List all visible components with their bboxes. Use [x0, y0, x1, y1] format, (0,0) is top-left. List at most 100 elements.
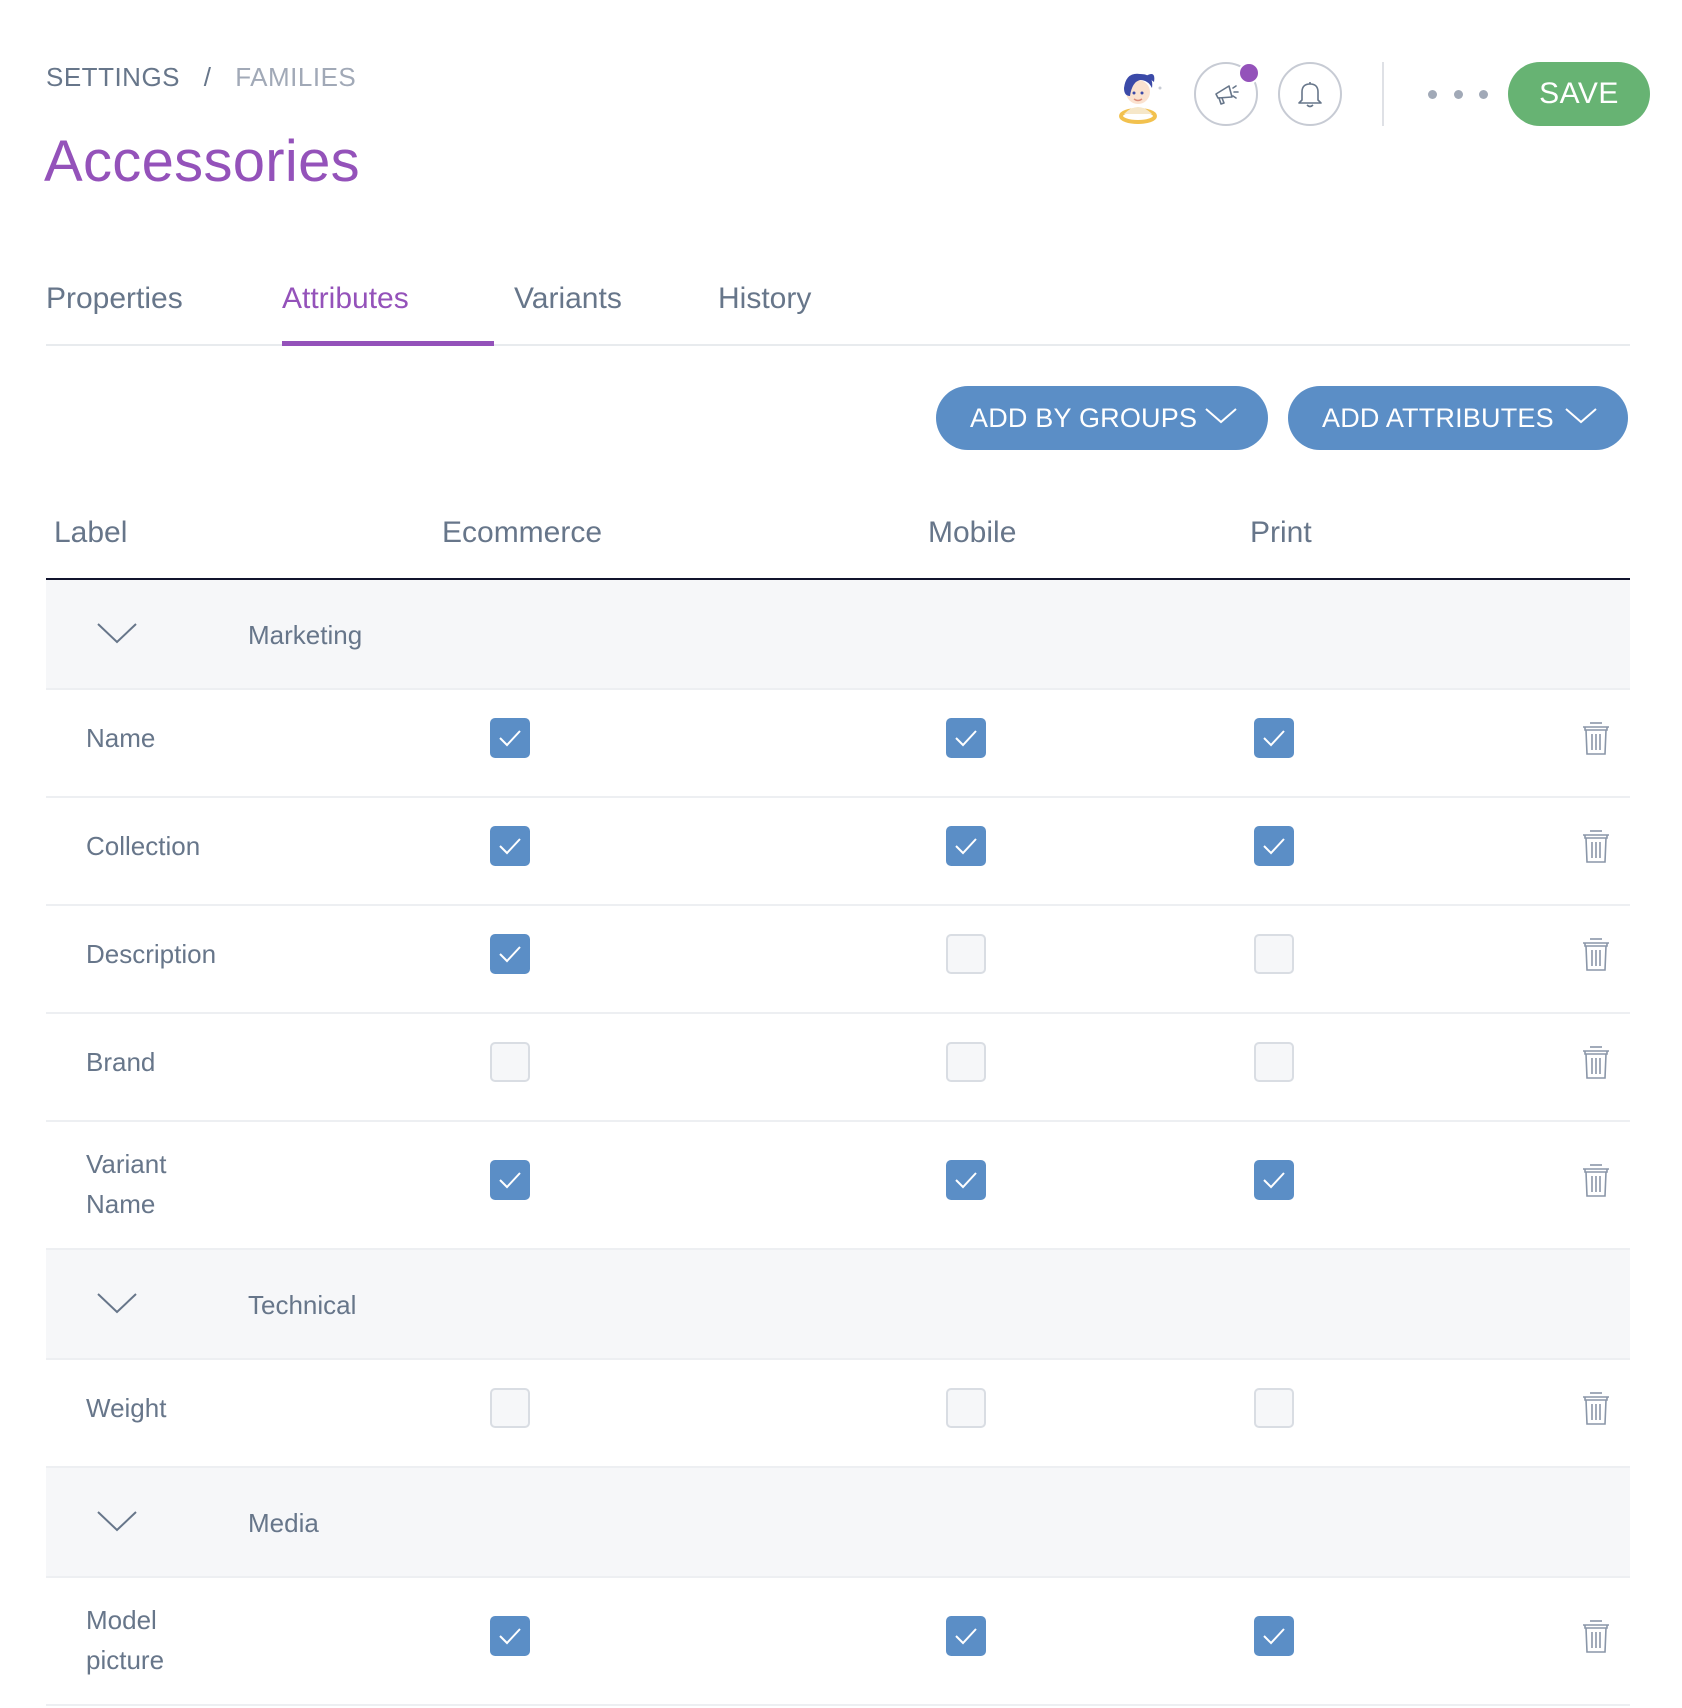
delete-attribute-button[interactable] — [1580, 1044, 1612, 1080]
attribute-row: Variant Name — [46, 1122, 1630, 1250]
trash-icon — [1583, 1392, 1609, 1425]
ecommerce-checkbox[interactable] — [490, 1616, 530, 1656]
more-options-button[interactable] — [1428, 82, 1488, 106]
attribute-row: Name — [46, 690, 1630, 798]
dot-icon — [1428, 89, 1437, 99]
announcements-button[interactable] — [1194, 62, 1260, 126]
avatar[interactable] — [1110, 66, 1166, 124]
print-checkbox[interactable] — [1254, 934, 1294, 974]
add-attributes-button[interactable]: ADD ATTRIBUTES — [1288, 386, 1628, 450]
print-checkbox[interactable] — [1254, 1160, 1294, 1200]
attribute-label: Weight — [86, 1393, 167, 1423]
group-row: Technical — [46, 1250, 1630, 1360]
attribute-row: Weight — [46, 1360, 1630, 1468]
group-row: Media — [46, 1468, 1630, 1578]
ecommerce-checkbox[interactable] — [490, 1160, 530, 1200]
attribute-row: Brand — [46, 1014, 1630, 1122]
breadcrumb-separator: / — [203, 62, 212, 92]
attribute-row: Collection — [46, 798, 1630, 906]
mobile-checkbox[interactable] — [946, 1042, 986, 1082]
print-checkbox[interactable] — [1254, 718, 1294, 758]
checkmark-icon — [1263, 1628, 1285, 1645]
trash-icon — [1583, 722, 1609, 755]
trash-icon — [1583, 938, 1609, 971]
attribute-label: Collection — [86, 831, 201, 861]
mobile-checkbox[interactable] — [946, 1616, 986, 1656]
trash-icon — [1583, 1620, 1609, 1653]
attributes-table: Label Ecommerce Mobile Print Marketing Na… — [46, 500, 1630, 1706]
breadcrumb: SETTINGS / FAMILIES — [46, 62, 356, 93]
checkmark-icon — [955, 730, 977, 747]
tab-properties[interactable]: Properties — [46, 282, 183, 344]
column-header-label: Label — [54, 516, 128, 549]
ecommerce-checkbox[interactable] — [490, 934, 530, 974]
active-tab-indicator — [282, 341, 494, 346]
save-button[interactable]: SAVE — [1508, 62, 1650, 126]
breadcrumb-settings[interactable]: SETTINGS — [46, 62, 180, 92]
print-checkbox[interactable] — [1254, 826, 1294, 866]
tab-attributes[interactable]: Attributes — [282, 282, 409, 344]
dot-icon — [1453, 89, 1463, 99]
group-collapse-toggle[interactable] — [96, 1508, 138, 1536]
mobile-checkbox[interactable] — [946, 934, 986, 974]
column-header-print: Print — [1250, 516, 1312, 549]
column-header-ecommerce: Ecommerce — [442, 516, 603, 549]
checkmark-icon — [499, 1628, 521, 1645]
checkmark-icon — [1263, 730, 1285, 747]
mobile-checkbox[interactable] — [946, 718, 986, 758]
attribute-label: Description — [86, 939, 217, 969]
checkmark-icon — [499, 946, 521, 963]
table-header: Label Ecommerce Mobile Print — [46, 500, 1630, 580]
notifications-button[interactable] — [1278, 62, 1342, 126]
mobile-checkbox[interactable] — [946, 1388, 986, 1428]
group-label: Marketing — [248, 620, 363, 650]
breadcrumb-families[interactable]: FAMILIES — [235, 62, 356, 92]
ecommerce-checkbox[interactable] — [490, 718, 530, 758]
trash-icon — [1583, 830, 1609, 863]
page-title: Accessories — [44, 129, 360, 194]
print-checkbox[interactable] — [1254, 1616, 1294, 1656]
chevron-down-icon — [1565, 408, 1597, 424]
group-collapse-toggle[interactable] — [96, 1290, 138, 1318]
table-body: Marketing Name Collection Description Brand V… — [46, 580, 1630, 1706]
header-actions: SAVE — [1110, 62, 1650, 126]
delete-attribute-button[interactable] — [1580, 720, 1612, 756]
ecommerce-checkbox[interactable] — [490, 1388, 530, 1428]
delete-attribute-button[interactable] — [1580, 1390, 1612, 1426]
attribute-label: Variant Name — [86, 1149, 167, 1219]
group-collapse-toggle[interactable] — [96, 620, 138, 648]
avatar-illustration-icon — [1119, 73, 1162, 124]
delete-attribute-button[interactable] — [1580, 1162, 1612, 1198]
attribute-row: Description — [46, 906, 1630, 1014]
ecommerce-checkbox[interactable] — [490, 826, 530, 866]
ecommerce-checkbox[interactable] — [490, 1042, 530, 1082]
attribute-label: Model picture — [86, 1605, 165, 1675]
checkmark-icon — [499, 730, 521, 747]
print-checkbox[interactable] — [1254, 1388, 1294, 1428]
tab-history[interactable]: History — [718, 282, 811, 344]
print-checkbox[interactable] — [1254, 1042, 1294, 1082]
tab-bar: Properties Attributes Variants History — [46, 270, 1630, 346]
checkmark-icon — [955, 838, 977, 855]
tab-variants[interactable]: Variants — [514, 282, 622, 344]
delete-attribute-button[interactable] — [1580, 936, 1612, 972]
mobile-checkbox[interactable] — [946, 826, 986, 866]
checkmark-icon — [1263, 1172, 1285, 1189]
trash-icon — [1583, 1046, 1609, 1079]
megaphone-icon — [1215, 85, 1239, 105]
checkmark-icon — [499, 838, 521, 855]
attribute-row: Model picture — [46, 1578, 1630, 1706]
attribute-label: Name — [86, 723, 156, 753]
add-attributes-label: ADD ATTRIBUTES — [1322, 402, 1554, 433]
group-label: Technical — [248, 1290, 357, 1320]
chevron-down-icon — [1205, 408, 1237, 424]
chevron-down-icon — [97, 623, 137, 644]
mobile-checkbox[interactable] — [946, 1160, 986, 1200]
delete-attribute-button[interactable] — [1580, 1618, 1612, 1654]
add-by-groups-button[interactable]: ADD BY GROUPS — [936, 386, 1268, 450]
checkmark-icon — [499, 1172, 521, 1189]
header-divider — [1382, 62, 1384, 126]
group-row: Marketing — [46, 580, 1630, 690]
checkmark-icon — [955, 1628, 977, 1645]
delete-attribute-button[interactable] — [1580, 828, 1612, 864]
